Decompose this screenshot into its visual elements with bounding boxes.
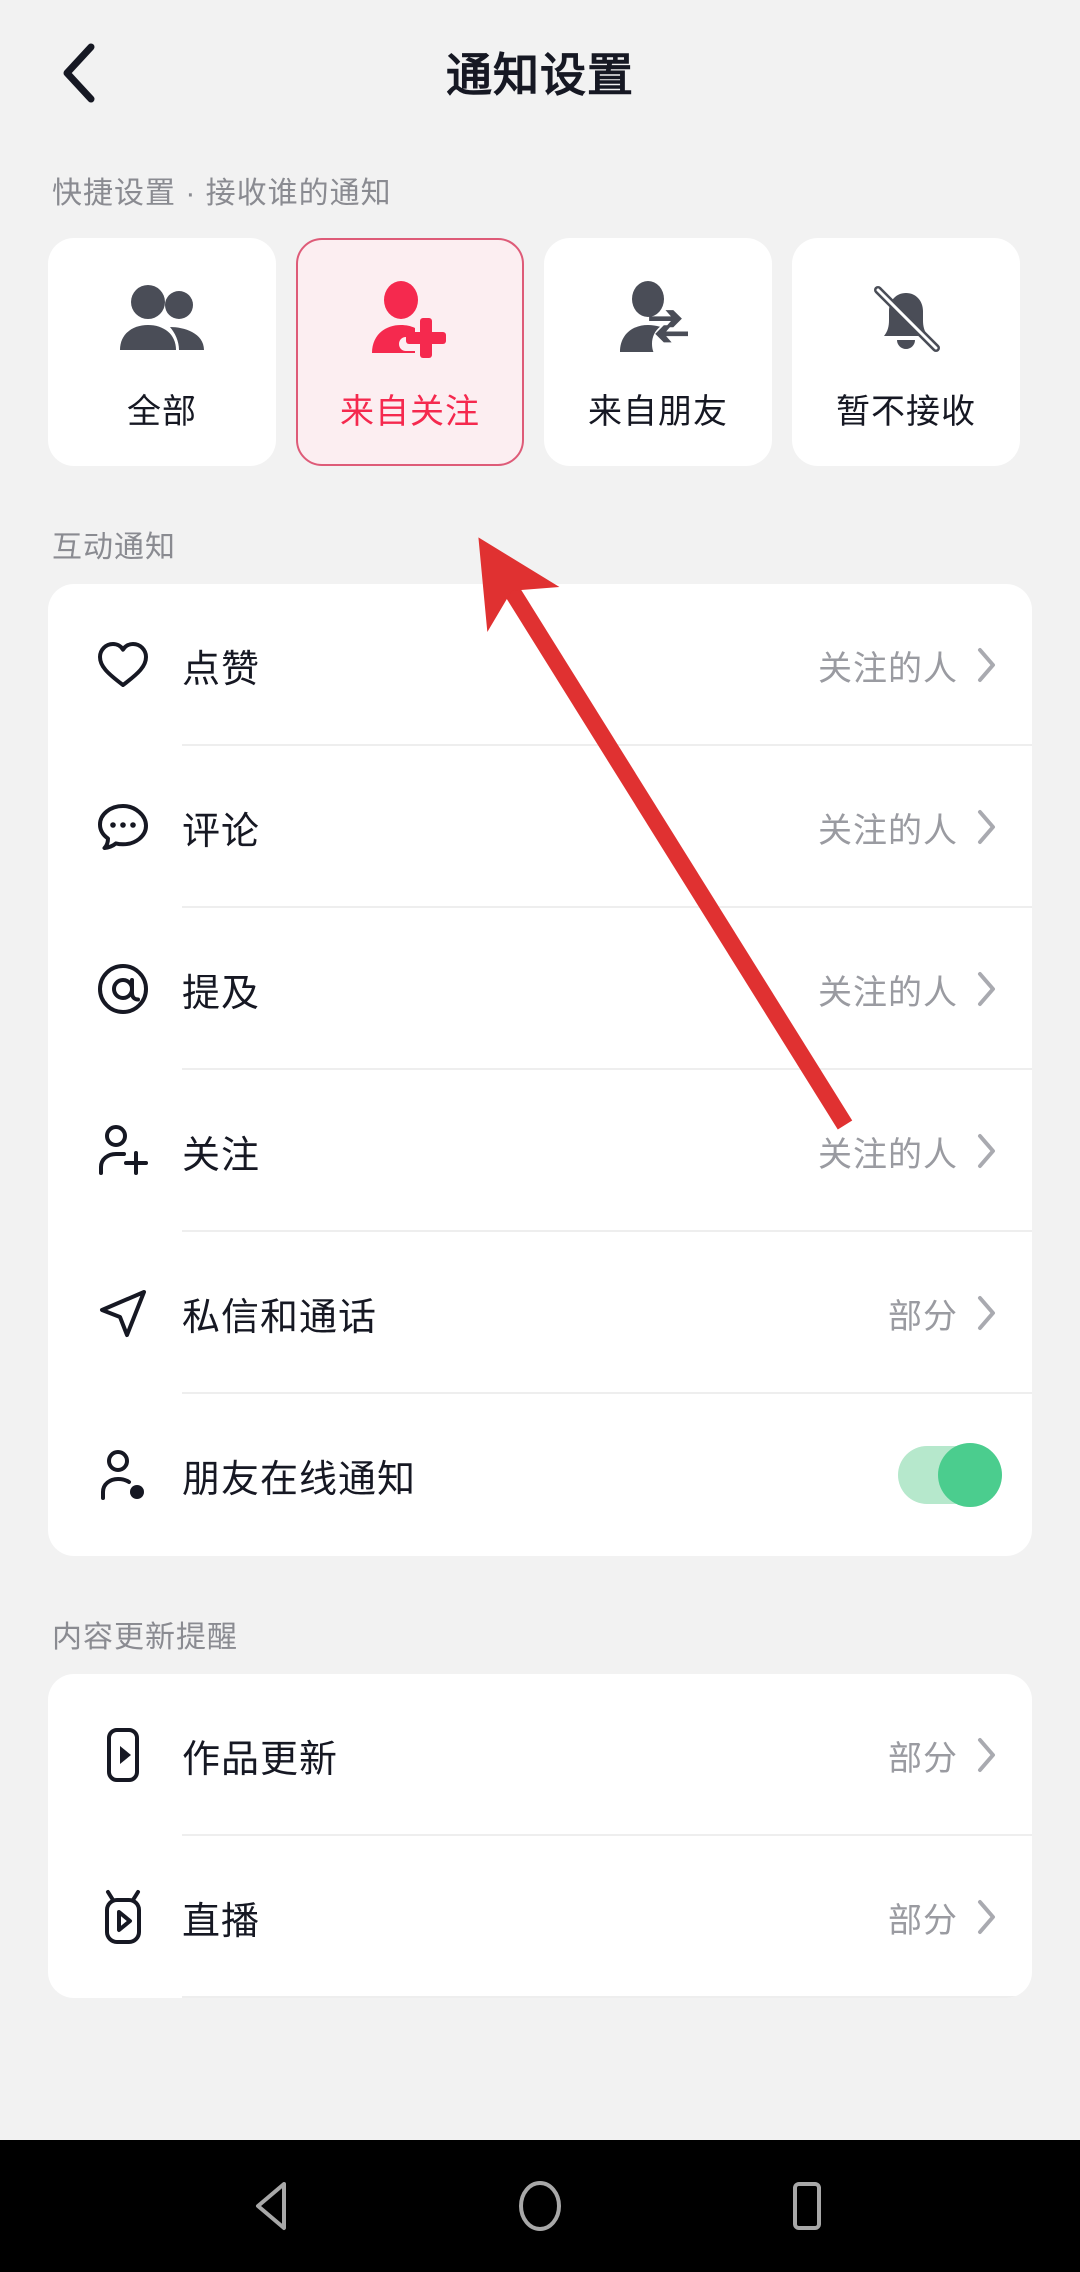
- chevron-right-icon: [976, 1736, 998, 1774]
- quick-option-from-following[interactable]: 来自关注: [296, 238, 524, 466]
- chevron-right-icon: [976, 808, 998, 846]
- quick-option-label: 来自关注: [340, 392, 480, 431]
- list-item-value: 部分: [888, 1297, 958, 1336]
- chevron-right-icon: [976, 1898, 998, 1936]
- list-item-label: 作品更新: [182, 1738, 339, 1781]
- quick-option-label: 全部: [127, 392, 197, 431]
- list-item-label: 点赞: [182, 648, 261, 691]
- list-item-label: 关注: [182, 1134, 261, 1177]
- page-title: 通知设置: [446, 49, 634, 101]
- list-item-value: 关注的人: [818, 649, 958, 688]
- bell-off-icon: [860, 272, 952, 368]
- header: 通知设置: [0, 0, 1080, 150]
- list-item-messages-calls[interactable]: 私信和通话 部分: [48, 1232, 1032, 1394]
- at-sign-icon: [86, 962, 160, 1016]
- list-item-live[interactable]: 直播 部分: [48, 1836, 1032, 1998]
- list-item-mentions[interactable]: 提及 关注的人: [48, 908, 1032, 1070]
- list-item-label: 私信和通话: [182, 1296, 378, 1339]
- list-item-value: 部分: [888, 1739, 958, 1778]
- list-item-label: 提及: [182, 972, 261, 1015]
- quick-settings-row: 全部 来自关注 来自朋友 暂不接收: [0, 212, 1080, 466]
- quick-option-label: 暂不接收: [836, 392, 976, 431]
- person-add-outline-icon: [86, 1123, 160, 1179]
- person-exchange-icon: [612, 272, 704, 368]
- friend-online-toggle[interactable]: [898, 1443, 1002, 1507]
- content-update-card: 作品更新 部分 直播 部分: [48, 1674, 1032, 1998]
- person-online-icon: [86, 1448, 160, 1502]
- quick-option-label: 来自朋友: [588, 392, 728, 431]
- interaction-notifications-card: 点赞 关注的人 评论 关注的人 提及 关注的人 关注 关注的人 私信和通话 部分…: [48, 584, 1032, 1556]
- quick-option-from-friends[interactable]: 来自朋友: [544, 238, 772, 466]
- toggle-knob: [938, 1443, 1002, 1507]
- list-item-label: 直播: [182, 1900, 261, 1943]
- back-triangle-icon[interactable]: [234, 2166, 314, 2246]
- chevron-right-icon: [976, 646, 998, 684]
- list-item-value: 关注的人: [818, 811, 958, 850]
- chevron-right-icon: [976, 970, 998, 1008]
- list-item-value: 部分: [888, 1901, 958, 1940]
- quick-option-none[interactable]: 暂不接收: [792, 238, 1020, 466]
- list-item-friend-online[interactable]: 朋友在线通知: [48, 1394, 1032, 1556]
- home-circle-icon[interactable]: [500, 2166, 580, 2246]
- comment-bubble-icon: [86, 802, 160, 852]
- list-item-follows[interactable]: 关注 关注的人: [48, 1070, 1032, 1232]
- list-item-value: 关注的人: [818, 973, 958, 1012]
- chevron-right-icon: [976, 1294, 998, 1332]
- list-item-likes[interactable]: 点赞 关注的人: [48, 584, 1032, 746]
- section-title-interaction: 互动通知: [52, 531, 176, 564]
- quick-option-all[interactable]: 全部: [48, 238, 276, 466]
- recents-square-icon[interactable]: [766, 2166, 846, 2246]
- heart-icon: [86, 641, 160, 689]
- quick-settings-subtitle: 快捷设置 · 接收谁的通知: [52, 177, 392, 210]
- people-group-icon: [116, 272, 208, 368]
- live-tv-icon: [86, 1888, 160, 1946]
- list-item-value: 关注的人: [818, 1135, 958, 1174]
- list-item-post-updates[interactable]: 作品更新 部分: [48, 1674, 1032, 1836]
- section-title-content-updates: 内容更新提醒: [52, 1621, 238, 1654]
- person-add-icon: [364, 272, 456, 368]
- list-item-comments[interactable]: 评论 关注的人: [48, 746, 1032, 908]
- paper-plane-icon: [86, 1286, 160, 1340]
- list-item-label: 评论: [182, 810, 261, 853]
- android-navigation-bar: [0, 2140, 1080, 2272]
- divider: [182, 1996, 1032, 1998]
- video-play-icon: [86, 1726, 160, 1784]
- list-item-label: 朋友在线通知: [182, 1458, 417, 1501]
- chevron-right-icon: [976, 1132, 998, 1170]
- notification-settings-screen: 通知设置 快捷设置 · 接收谁的通知 全部 来自关注 来自朋友 暂不接收 互动通…: [0, 0, 1080, 2272]
